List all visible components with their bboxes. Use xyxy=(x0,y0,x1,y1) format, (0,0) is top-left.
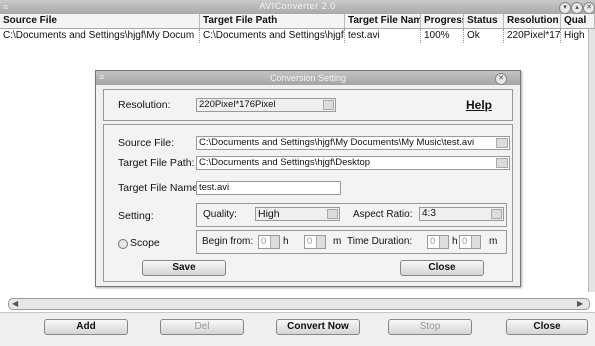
settings-panel: Source File: C:\Documents and Settings\h… xyxy=(103,124,513,282)
dialog-title: Conversion Setting xyxy=(269,73,347,83)
col-target-name[interactable]: Target File Name xyxy=(345,14,421,28)
close-icon[interactable]: ✕ xyxy=(583,2,595,14)
bottom-toolbar: Add Del Convert Now Stop Close xyxy=(0,312,595,346)
resolution-value: 220Pixel*176Pixel xyxy=(199,99,276,110)
cell-quality: High xyxy=(564,30,585,41)
minimize-icon[interactable]: ▾ xyxy=(559,2,571,14)
col-quality[interactable]: Qual xyxy=(561,14,595,28)
target-path-value: C:\Documents and Settings\hjgf\Desktop xyxy=(199,157,371,168)
target-name-label: Target File Name: xyxy=(118,182,201,194)
quality-value: High xyxy=(258,208,280,220)
duration-minute-stepper[interactable]: 0 xyxy=(459,235,481,249)
scroll-right-icon[interactable]: ▶ xyxy=(577,299,583,308)
target-name-field[interactable]: test.avi xyxy=(196,181,341,195)
spinner-icon[interactable] xyxy=(471,236,480,248)
begin-minute-stepper[interactable]: 0 xyxy=(304,235,326,249)
cell-resolution: 220Pixel*176 xyxy=(504,29,561,43)
scope-checkbox[interactable] xyxy=(118,239,128,249)
source-file-field[interactable]: C:\Documents and Settings\hjgf\My Docume… xyxy=(196,136,510,150)
save-button[interactable]: Save xyxy=(142,260,226,276)
target-path-field[interactable]: C:\Documents and Settings\hjgf\Desktop xyxy=(196,156,510,170)
chevron-down-icon xyxy=(491,209,502,219)
app-title: AVIConverter 2.0 xyxy=(259,1,336,11)
spinner-icon[interactable] xyxy=(270,236,279,248)
horizontal-scrollbar[interactable]: ◀ ▶ xyxy=(8,298,590,310)
aspect-ratio-select[interactable]: 4:3 xyxy=(419,207,504,221)
minute-unit: m xyxy=(333,236,342,247)
quality-select[interactable]: High xyxy=(255,207,340,221)
setting-label: Setting: xyxy=(118,210,154,222)
help-link[interactable]: Help xyxy=(466,98,492,112)
resolution-label: Resolution: xyxy=(118,99,171,111)
source-file-value: C:\Documents and Settings\hjgf\My Docume… xyxy=(199,137,475,148)
convert-now-button[interactable]: Convert Now xyxy=(276,319,360,335)
conversion-setting-dialog: ≡ Conversion Setting ✕ Resolution: 220Pi… xyxy=(95,70,521,287)
target-name-value: test.avi xyxy=(199,182,230,193)
col-resolution[interactable]: Resolution xyxy=(504,14,561,28)
col-source-file[interactable]: Source File xyxy=(0,14,200,28)
browse-button[interactable] xyxy=(496,158,508,168)
col-progress[interactable]: Progress xyxy=(421,14,464,28)
aspect-ratio-value: 4:3 xyxy=(422,208,436,219)
dialog-close-icon[interactable]: ✕ xyxy=(495,73,507,85)
time-duration-label: Time Duration: xyxy=(347,236,413,247)
chevron-down-icon xyxy=(323,100,334,110)
stop-button[interactable]: Stop xyxy=(388,319,472,335)
add-button[interactable]: Add xyxy=(44,319,128,335)
col-status[interactable]: Status xyxy=(464,14,504,28)
cell-status: Ok xyxy=(464,29,504,43)
duration-hour-value: 0 xyxy=(430,236,436,247)
target-path-label: Target File Path: xyxy=(118,157,195,169)
dialog-title-bar: ≡ Conversion Setting ✕ xyxy=(96,71,520,85)
begin-hour-value: 0 xyxy=(261,236,267,247)
col-target-path[interactable]: Target File Path xyxy=(200,14,345,28)
begin-from-label: Begin from: xyxy=(202,236,254,247)
cell-target-path: C:\Documents and Settings\hjgf\ xyxy=(200,29,345,43)
vertical-scrollbar[interactable] xyxy=(588,29,595,292)
duration-hour-stepper[interactable]: 0 xyxy=(427,235,449,249)
cell-source-file: C:\Documents and Settings\hjgf\My Docum xyxy=(0,29,200,43)
maximize-icon[interactable]: ▴ xyxy=(571,2,583,14)
hour-unit: h xyxy=(452,236,458,247)
scope-label: Scope xyxy=(130,237,160,249)
quality-label: Quality: xyxy=(203,209,237,220)
begin-hour-stepper[interactable]: 0 xyxy=(258,235,280,249)
list-header: Source File Target File Path Target File… xyxy=(0,14,595,29)
aspect-ratio-label: Aspect Ratio: xyxy=(353,209,413,220)
cell-progress: 100% xyxy=(421,29,464,43)
minute-unit: m xyxy=(489,236,498,247)
resolution-select[interactable]: 220Pixel*176Pixel xyxy=(196,98,336,112)
spinner-icon[interactable] xyxy=(316,236,325,248)
close-button[interactable]: Close xyxy=(506,319,588,335)
cell-target-name: test.avi xyxy=(345,29,421,43)
duration-minute-value: 0 xyxy=(462,236,468,247)
dialog-close-button[interactable]: Close xyxy=(400,260,484,276)
source-file-label: Source File: xyxy=(118,137,175,149)
resolution-panel: Resolution: 220Pixel*176Pixel Help xyxy=(103,89,513,121)
chevron-down-icon xyxy=(327,209,338,219)
scroll-left-icon[interactable]: ◀ xyxy=(12,299,18,308)
browse-button[interactable] xyxy=(496,138,508,148)
table-row[interactable]: C:\Documents and Settings\hjgf\My Docum … xyxy=(0,29,595,43)
time-group: Begin from: 0 h 0 m Time Duration: 0 h 0… xyxy=(196,230,507,254)
spinner-icon[interactable] xyxy=(439,236,448,248)
hour-unit: h xyxy=(283,236,289,247)
del-button[interactable]: Del xyxy=(160,319,244,335)
begin-minute-value: 0 xyxy=(307,236,313,247)
quality-group: Quality: High Aspect Ratio: 4:3 xyxy=(196,203,507,227)
app-title-bar: ≡ AVIConverter 2.0 ▾ ▴ ✕ xyxy=(0,0,595,15)
